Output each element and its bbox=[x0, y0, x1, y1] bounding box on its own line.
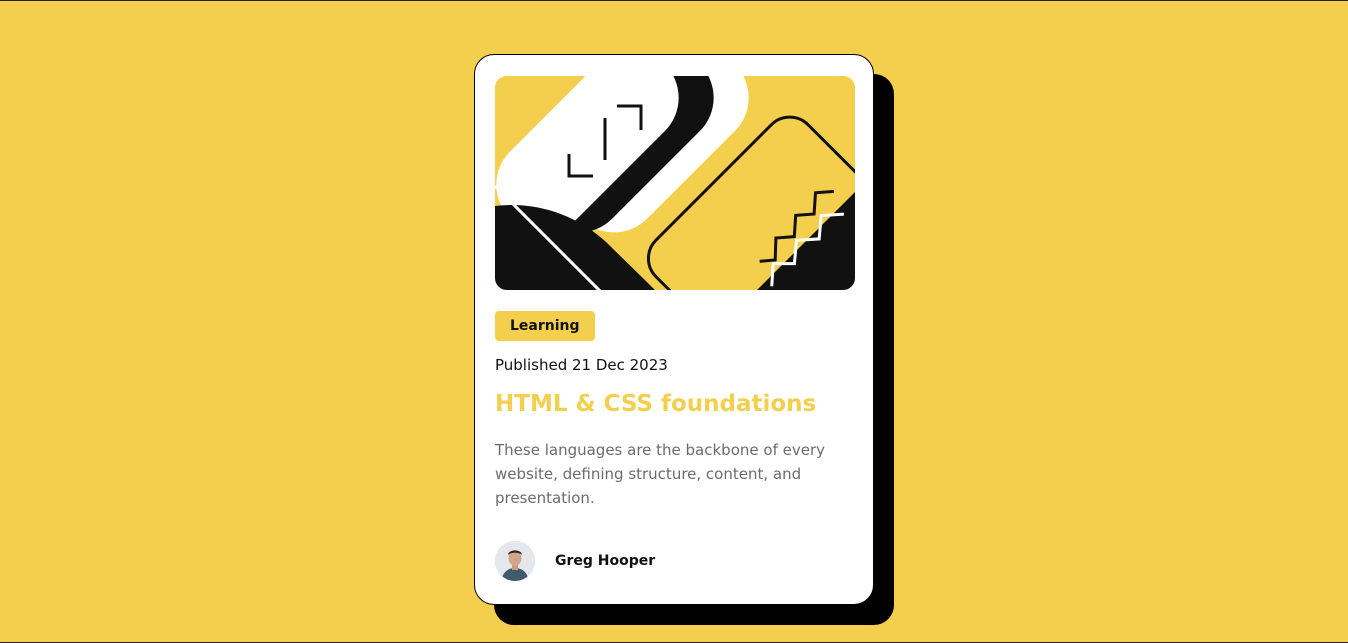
hero-illustration bbox=[495, 76, 855, 290]
abstract-illustration-icon bbox=[495, 76, 855, 290]
card-title[interactable]: HTML & CSS foundations bbox=[495, 391, 816, 417]
person-avatar-icon bbox=[495, 541, 535, 581]
avatar bbox=[495, 541, 535, 581]
author-name: Greg Hooper bbox=[555, 553, 656, 569]
published-date: Published 21 Dec 2023 bbox=[495, 356, 668, 374]
category-tag: Learning bbox=[495, 311, 595, 341]
blog-preview-card: Learning Published 21 Dec 2023 HTML & CS… bbox=[474, 54, 874, 605]
card-description: These languages are the backbone of ever… bbox=[495, 441, 825, 507]
author-info: Greg Hooper bbox=[495, 541, 655, 581]
